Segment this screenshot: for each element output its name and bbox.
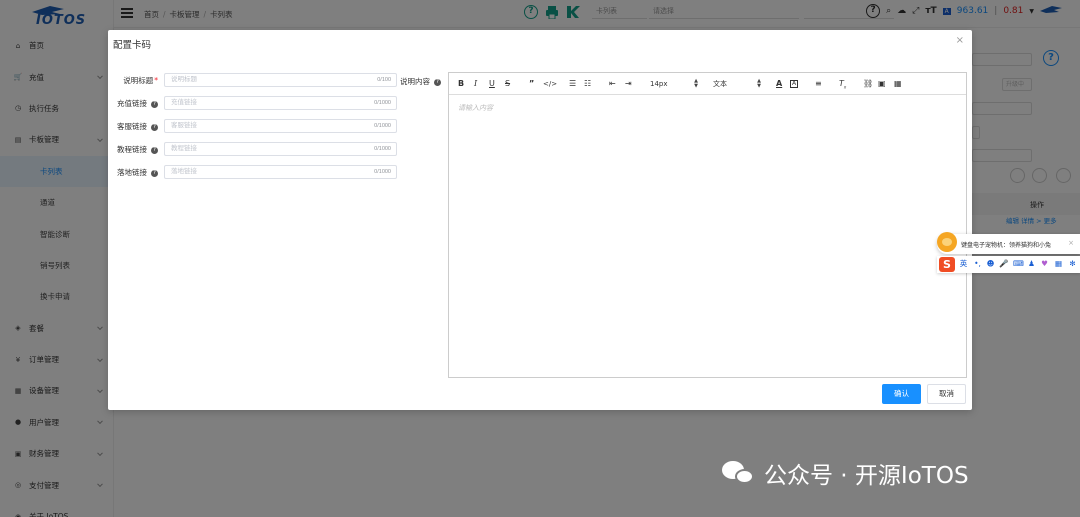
text-input[interactable]: 说明标题 0/100 (164, 73, 397, 87)
close-icon[interactable]: × (956, 35, 964, 46)
text-input[interactable]: 充值链接 0/1000 (164, 96, 397, 110)
cancel-button[interactable]: 取消 (927, 384, 966, 404)
char-count: 0/1000 (374, 146, 391, 152)
font-size-select[interactable]: 14px ▲ ▼ (650, 78, 698, 90)
confirm-button[interactable]: 确认 (882, 384, 921, 404)
form-row: 教程链接? 教程链接 0/1000 (108, 142, 398, 156)
text-input[interactable]: 教程链接 0/1000 (164, 142, 397, 156)
pet-icon[interactable]: ♥ (1040, 259, 1049, 269)
align-icon[interactable]: ≡ (815, 78, 822, 90)
input-placeholder: 落地链接 (171, 168, 197, 175)
required-mark: * (154, 76, 158, 85)
editor-content[interactable]: 请输入内容 (458, 103, 493, 113)
microphone-icon[interactable]: 🎤 (999, 259, 1008, 269)
ordered-list-icon[interactable]: ☰ (569, 78, 576, 90)
underline-icon[interactable]: U (489, 78, 495, 90)
ime-mascot-icon (937, 232, 957, 252)
field-label: 充值链接? (117, 98, 158, 109)
ime-lang-toggle[interactable]: 英 (959, 259, 968, 269)
help-icon[interactable]: ? (434, 79, 441, 86)
text-style-select[interactable]: 文本 ▲ ▼ (713, 78, 761, 90)
code-icon[interactable]: </> (543, 78, 557, 90)
ime-toolbar: S 英 •, ☻ 🎤 ⌨ ♟ ♥ ▦ ✻ (937, 256, 1080, 273)
video-icon[interactable]: ▦ (894, 78, 902, 90)
watermark-text: 公众号 · 开源IoTOS (764, 463, 969, 489)
char-count: 0/100 (377, 77, 391, 83)
link-icon[interactable]: ⛓ (863, 78, 873, 90)
input-placeholder: 说明标题 (171, 76, 197, 83)
outdent-icon[interactable]: ⇤ (609, 78, 616, 90)
close-icon[interactable]: × (1068, 239, 1074, 247)
form-row: 充值链接? 充值链接 0/1000 (108, 96, 398, 110)
background-color-icon[interactable]: A (790, 80, 798, 88)
char-count: 0/1000 (374, 169, 391, 175)
input-placeholder: 充值链接 (171, 99, 197, 106)
wechat-icon (722, 459, 756, 487)
sogou-logo-icon[interactable]: S (939, 257, 955, 272)
ime-tip-text: 键盘电子宠物机：领养猫狗和小兔 (961, 242, 1052, 249)
form-row: 落地链接? 落地链接 0/1000 (108, 165, 398, 179)
gear-icon[interactable]: ✻ (1068, 259, 1077, 269)
emoji-icon[interactable]: ☻ (986, 259, 995, 269)
ime-tip-bubble[interactable]: 键盘电子宠物机：领养猫狗和小兔 × (937, 232, 1080, 254)
dialog-title: 配置卡码 (113, 40, 152, 51)
help-icon[interactable]: ? (151, 170, 158, 177)
input-placeholder: 客服链接 (171, 122, 197, 129)
field-label: 客服链接? (117, 121, 158, 132)
strikethrough-icon[interactable]: S (505, 78, 510, 90)
config-card-code-dialog: 配置卡码 × 说明标题* 说明标题 0/100 充值链接? 充值链接 0/1000 客服链接… (108, 30, 972, 410)
keyboard-icon[interactable]: ⌨ (1013, 259, 1024, 269)
field-label: 说明标题* (123, 76, 158, 85)
input-placeholder: 教程链接 (171, 145, 197, 152)
field-label: 落地链接? (117, 167, 158, 178)
char-count: 0/1000 (374, 123, 391, 129)
form-row: 客服链接? 客服链接 0/1000 (108, 119, 398, 133)
bullet-list-icon[interactable]: ☷ (584, 78, 591, 90)
help-icon[interactable]: ? (151, 124, 158, 131)
rich-text-editor: B I U S ” </> ☰ ☷ ⇤ ⇥ 14px ▲ ▼ 文本 ▲ ▼ A A ≡ … (448, 72, 967, 378)
punctuation-icon[interactable]: •, (973, 259, 982, 269)
char-count: 0/1000 (374, 100, 391, 106)
quote-icon[interactable]: ” (529, 78, 534, 90)
bold-icon[interactable]: B (458, 78, 464, 90)
editor-label: 说明内容? (400, 76, 441, 87)
text-input[interactable]: 落地链接 0/1000 (164, 165, 397, 179)
indent-icon[interactable]: ⇥ (625, 78, 632, 90)
image-icon[interactable]: ▣ (878, 78, 886, 90)
italic-icon[interactable]: I (474, 78, 477, 90)
editor-toolbar: B I U S ” </> ☰ ☷ ⇤ ⇥ 14px ▲ ▼ 文本 ▲ ▼ A A ≡ … (449, 73, 966, 95)
clear-format-icon[interactable]: Tx (839, 78, 846, 90)
field-label: 教程链接? (117, 144, 158, 155)
skin-icon[interactable]: ♟ (1027, 259, 1036, 269)
help-icon[interactable]: ? (151, 101, 158, 108)
help-icon[interactable]: ? (151, 147, 158, 154)
toolbox-icon[interactable]: ▦ (1054, 259, 1063, 269)
watermark: 公众号 · 开源IoTOS (722, 456, 969, 490)
font-color-icon[interactable]: A (776, 78, 782, 90)
form-row: 说明标题* 说明标题 0/100 (108, 73, 398, 87)
text-input[interactable]: 客服链接 0/1000 (164, 119, 397, 133)
